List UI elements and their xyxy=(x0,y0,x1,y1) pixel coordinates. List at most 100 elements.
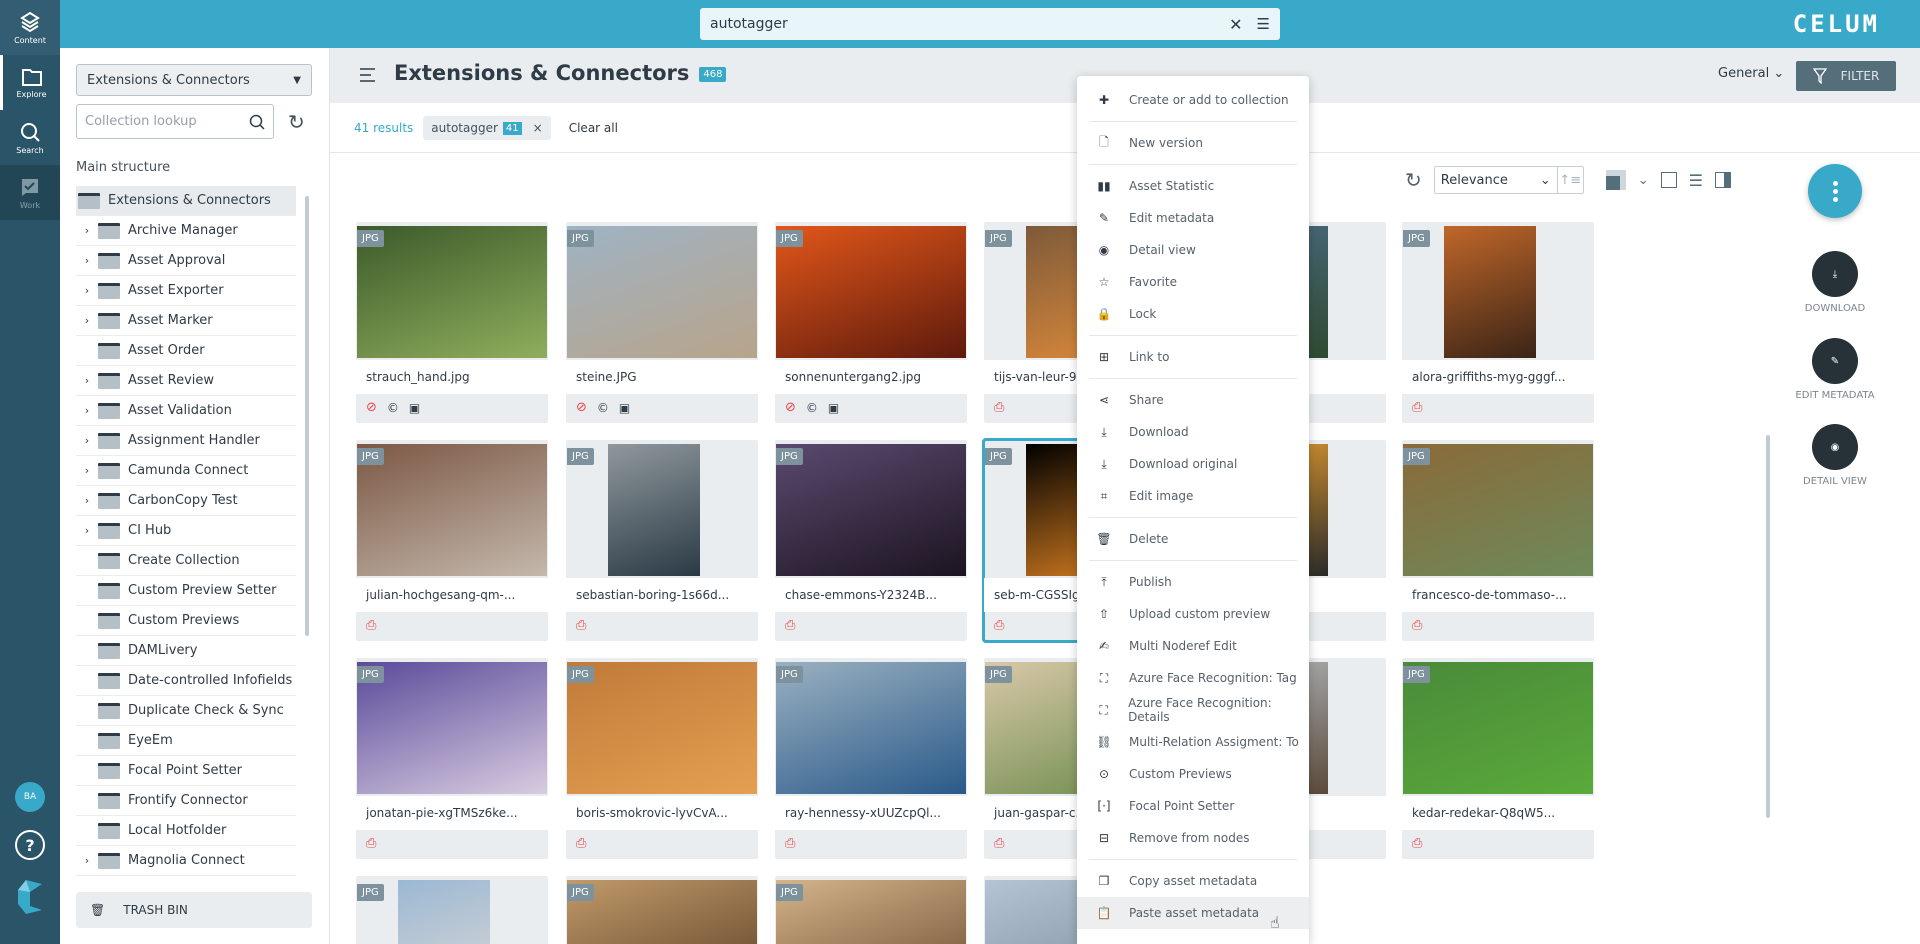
tree-item[interactable]: Local Hotfolder xyxy=(76,816,296,846)
tree-item[interactable]: DAMLivery xyxy=(76,636,296,666)
asset-name[interactable]: steine.JPG xyxy=(566,360,758,394)
asset-name[interactable]: alora-griffiths-myg-gggf... xyxy=(1402,360,1594,394)
chevron-right-icon[interactable]: › xyxy=(76,224,98,237)
detail-view-action[interactable]: ◉ DETAIL VIEW xyxy=(1785,424,1885,487)
remove-chip-icon[interactable]: × xyxy=(533,121,543,135)
fullscreen-icon[interactable] xyxy=(1660,172,1677,188)
asset-card[interactable]: JPG boris-smokrovic-lyvCvA... ⎙ xyxy=(566,658,758,859)
asset-thumbnail[interactable] xyxy=(567,662,757,794)
search-value[interactable]: autotagger xyxy=(710,16,1229,32)
chevron-right-icon[interactable]: › xyxy=(76,494,98,507)
menu-item[interactable]: ⊞ Link to xyxy=(1077,341,1309,373)
chevron-right-icon[interactable]: › xyxy=(76,524,98,537)
edit-metadata-action[interactable]: ✎ EDIT METADATA xyxy=(1785,338,1885,401)
tree-item[interactable]: › Asset Validation xyxy=(76,396,296,426)
chevron-right-icon[interactable]: › xyxy=(76,374,98,387)
asset-card[interactable]: JPG xyxy=(356,876,548,944)
tree-item[interactable]: Custom Previews xyxy=(76,606,296,636)
menu-item[interactable]: 🗋 New version xyxy=(1077,127,1309,159)
tree-item[interactable]: › Asset Marker xyxy=(76,306,296,336)
asset-card[interactable]: JPG sebastian-boring-1s66d... ⎙ xyxy=(566,440,758,641)
tree-item[interactable]: › Magnolia Connect xyxy=(76,846,296,876)
asset-name[interactable]: sonnenuntergang2.jpg xyxy=(775,360,967,394)
asset-name[interactable]: ray-hennessy-xUUZcpQl... xyxy=(775,796,967,830)
filter-button[interactable]: FILTER xyxy=(1796,61,1896,91)
tree-item[interactable]: Extensions & Connectors xyxy=(76,186,296,216)
chevron-right-icon[interactable]: › xyxy=(76,254,98,267)
asset-card[interactable]: JPG francesco-de-tommaso-... ⎙ xyxy=(1402,440,1594,641)
asset-card[interactable]: JPG jonatan-pie-xgTMSz6ke... ⎙ xyxy=(356,658,548,859)
asset-thumbnail[interactable] xyxy=(357,444,547,576)
asset-thumbnail[interactable] xyxy=(357,226,547,358)
menu-item[interactable]: ⊙ Custom Previews xyxy=(1077,758,1309,790)
tree-item[interactable]: EyeEm xyxy=(76,726,296,756)
asset-card[interactable]: JPG ray-hennessy-xUUZcpQl... ⎙ xyxy=(775,658,967,859)
asset-thumbnail[interactable] xyxy=(776,662,966,794)
tree-item[interactable]: › Assignment Handler xyxy=(76,426,296,456)
menu-item[interactable]: ❐ Copy asset metadata xyxy=(1077,865,1309,897)
asset-thumbnail[interactable] xyxy=(398,880,490,944)
asset-thumbnail[interactable] xyxy=(776,444,966,576)
asset-name[interactable]: boris-smokrovic-lyvCvA... xyxy=(566,796,758,830)
grid-scrollbar[interactable] xyxy=(1766,435,1770,818)
tree-scrollbar[interactable] xyxy=(305,196,309,636)
reload-icon[interactable]: ↻ xyxy=(1405,168,1422,192)
tree-item[interactable]: Focal Point Setter xyxy=(76,756,296,786)
chevron-right-icon[interactable]: › xyxy=(76,404,98,417)
collection-lookup-input[interactable] xyxy=(85,114,249,129)
menu-item[interactable]: [·] Focal Point Setter xyxy=(1077,790,1309,822)
tree-item[interactable]: Frontify Connector xyxy=(76,786,296,816)
asset-thumbnail[interactable] xyxy=(1403,662,1593,794)
help-icon[interactable]: ? xyxy=(15,830,45,860)
asset-name[interactable]: francesco-de-tommaso-... xyxy=(1402,578,1594,612)
menu-item[interactable]: ⌗ Edit image xyxy=(1077,480,1309,512)
tile-size-icon[interactable] xyxy=(1605,170,1626,190)
chevron-down-icon[interactable]: ⌄ xyxy=(1638,173,1649,188)
menu-item[interactable]: ▮▮ Asset Statistic xyxy=(1077,170,1309,202)
menu-item[interactable]: ✍ Multi Noderef Edit xyxy=(1077,630,1309,662)
menu-item[interactable]: ⋖ Share xyxy=(1077,384,1309,416)
menu-item[interactable]: 🔒 Lock xyxy=(1077,298,1309,330)
tree-item[interactable]: › CarbonCopy Test xyxy=(76,486,296,516)
menu-item[interactable]: ◉ Detail view xyxy=(1077,234,1309,266)
asset-thumbnail[interactable] xyxy=(567,226,757,358)
tree-item[interactable]: Duplicate Check & Sync xyxy=(76,696,296,726)
asset-card[interactable]: JPG sonnenuntergang2.jpg ⊘ © ▣ xyxy=(775,222,967,423)
list-view-icon[interactable]: ☰ xyxy=(1689,171,1703,190)
asset-card[interactable]: JPG julian-hochgesang-qm-... ⎙ xyxy=(356,440,548,641)
collection-select[interactable]: Extensions & Connectors ▼ xyxy=(76,64,312,96)
trash-bin-button[interactable]: 🗑 TRASH BIN xyxy=(76,892,312,928)
rail-content[interactable]: Content xyxy=(0,0,60,55)
asset-thumbnail[interactable] xyxy=(608,444,700,576)
rail-work[interactable]: Work xyxy=(0,165,60,220)
global-search-input[interactable]: autotagger ✕ ☰ xyxy=(700,8,1280,40)
menu-item[interactable]: ⛶ Azure Face Recognition: Details xyxy=(1077,694,1309,726)
asset-card[interactable]: JPG kedar-redekar-Q8qW5... ⎙ xyxy=(1402,658,1594,859)
asset-name[interactable]: kedar-redekar-Q8qW5... xyxy=(1402,796,1594,830)
asset-name[interactable]: jonatan-pie-xgTMSz6ke... xyxy=(356,796,548,830)
menu-icon[interactable] xyxy=(360,68,376,82)
menu-item[interactable]: ⤒ Publish xyxy=(1077,566,1309,598)
menu-item[interactable]: ⇧ Upload custom preview xyxy=(1077,598,1309,630)
menu-item[interactable]: ⛶ Azure Face Recognition: Tag xyxy=(1077,662,1309,694)
asset-card[interactable]: JPG xyxy=(566,876,758,944)
asset-thumbnail[interactable] xyxy=(776,880,966,944)
sort-direction-icon[interactable]: ↑≡ xyxy=(1556,167,1583,193)
tree-item[interactable]: Asset Order xyxy=(76,336,296,366)
view-select[interactable]: General ⌄ xyxy=(1718,66,1784,81)
tree-item[interactable]: Date-controlled Infofields xyxy=(76,666,296,696)
tree-item[interactable]: Custom Preview Setter xyxy=(76,576,296,606)
search-options-icon[interactable]: ☰ xyxy=(1257,15,1270,33)
asset-thumbnail[interactable] xyxy=(357,662,547,794)
chevron-right-icon[interactable]: › xyxy=(76,434,98,447)
tree-item[interactable]: › Asset Review xyxy=(76,366,296,396)
chevron-right-icon[interactable]: › xyxy=(76,314,98,327)
asset-name[interactable]: julian-hochgesang-qm-... xyxy=(356,578,548,612)
tree-item[interactable]: › Camunda Connect xyxy=(76,456,296,486)
menu-item[interactable]: ✚ Create or add to collection xyxy=(1077,84,1309,116)
asset-name[interactable]: strauch_hand.jpg xyxy=(356,360,548,394)
search-icon[interactable] xyxy=(249,114,265,130)
collection-lookup[interactable] xyxy=(76,104,274,139)
menu-item[interactable]: ⤓ Download original xyxy=(1077,448,1309,480)
chevron-right-icon[interactable]: › xyxy=(76,854,98,867)
